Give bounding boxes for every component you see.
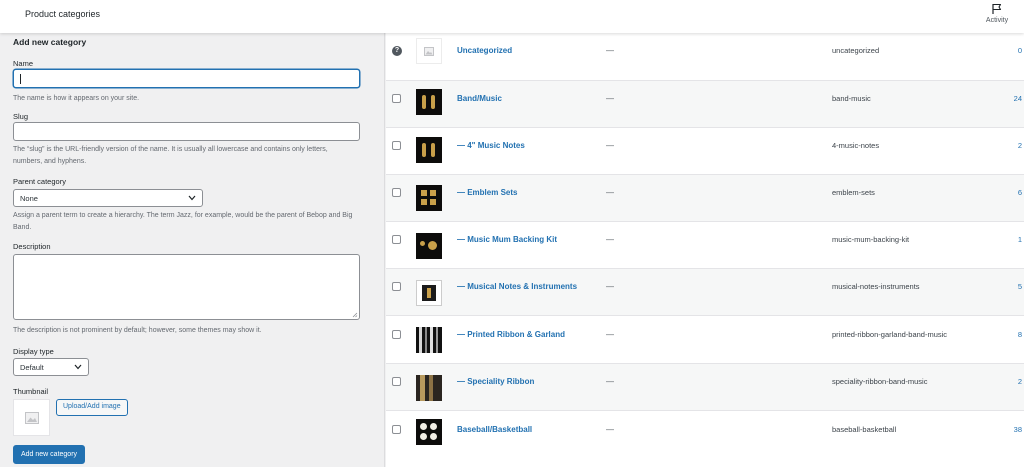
- category-slug: baseball-basketball: [832, 425, 897, 434]
- parent-category-help: Assign a parent term to create a hierarc…: [13, 212, 353, 231]
- category-slug: music-mum-backing-kit: [832, 235, 910, 244]
- parent-category-select[interactable]: None: [13, 189, 203, 207]
- row-checkbox[interactable]: [392, 330, 401, 339]
- flag-icon: [992, 3, 1002, 14]
- upload-image-button[interactable]: Upload/Add image: [56, 399, 128, 416]
- category-name-link[interactable]: — Printed Ribbon & Garland: [457, 330, 565, 339]
- category-name-link[interactable]: Baseball/Basketball: [457, 425, 532, 434]
- table-row: — 4" Music Notes — 4-music-notes 2: [386, 128, 1024, 175]
- category-thumbnail: [416, 233, 442, 259]
- table-row: Baseball/Basketball — baseball-basketbal…: [386, 411, 1024, 467]
- category-thumbnail: [416, 375, 442, 401]
- thumbnail-label: Thumbnail: [13, 387, 49, 396]
- add-category-form: Add new category Name The name is how it…: [0, 33, 385, 467]
- row-checkbox[interactable]: [392, 94, 401, 103]
- display-type-label: Display type: [13, 347, 54, 356]
- table-row: — Musical Notes & Instruments — musical-…: [386, 269, 1024, 316]
- category-count-link[interactable]: 2: [1018, 377, 1022, 386]
- table-row: — Printed Ribbon & Garland — printed-rib…: [386, 316, 1024, 364]
- form-heading: Add new category: [13, 37, 87, 47]
- display-type-select[interactable]: Default: [13, 358, 89, 376]
- category-slug: emblem-sets: [832, 188, 875, 197]
- help-icon[interactable]: ?: [392, 46, 402, 56]
- row-checkbox[interactable]: [392, 425, 401, 434]
- slug-help: The “slug” is the URL-friendly version o…: [13, 146, 328, 165]
- table-row: — Speciality Ribbon — speciality-ribbon-…: [386, 364, 1024, 411]
- category-description: —: [606, 94, 614, 103]
- row-checkbox[interactable]: [392, 235, 401, 244]
- activity-button[interactable]: Activity: [982, 3, 1012, 24]
- category-thumbnail: [416, 89, 442, 115]
- image-placeholder-icon: [424, 46, 434, 56]
- category-count-link[interactable]: 38: [1014, 425, 1022, 434]
- table-row: — Emblem Sets — emblem-sets 6: [386, 175, 1024, 222]
- chevron-down-icon: [188, 195, 196, 201]
- category-count-link[interactable]: 0: [1018, 46, 1022, 55]
- category-slug: printed-ribbon-garland-band-music: [832, 330, 948, 339]
- category-name-link[interactable]: — 4" Music Notes: [457, 141, 525, 150]
- activity-label: Activity: [985, 17, 1009, 24]
- chevron-down-icon: [74, 364, 82, 370]
- category-name-link[interactable]: Uncategorized: [457, 46, 512, 55]
- category-thumbnail: [416, 327, 442, 353]
- image-placeholder-icon: [24, 411, 39, 424]
- thumbnail-preview: [13, 399, 50, 436]
- slug-label: Slug: [13, 112, 29, 121]
- category-description: —: [606, 46, 614, 55]
- category-count-link[interactable]: 6: [1018, 188, 1022, 197]
- category-thumbnail: [416, 185, 442, 211]
- page-title: Product categories: [25, 9, 101, 19]
- row-checkbox[interactable]: [392, 377, 401, 386]
- category-description: —: [606, 377, 614, 386]
- category-thumbnail: [416, 137, 442, 163]
- top-bar: Product categories Activity: [0, 0, 1024, 33]
- category-slug: musical-notes-instruments: [832, 282, 920, 291]
- parent-category-value: None: [20, 194, 38, 203]
- category-name-link[interactable]: — Speciality Ribbon: [457, 377, 534, 386]
- category-description: —: [606, 235, 614, 244]
- category-count-link[interactable]: 1: [1018, 235, 1022, 244]
- name-label: Name: [13, 59, 34, 68]
- category-name-link[interactable]: — Music Mum Backing Kit: [457, 235, 557, 244]
- category-count-link[interactable]: 2: [1018, 141, 1022, 150]
- category-name-link[interactable]: — Musical Notes & Instruments: [457, 282, 577, 291]
- category-name-link[interactable]: — Emblem Sets: [457, 188, 517, 197]
- text-caret: [20, 74, 21, 84]
- slug-input[interactable]: [13, 122, 360, 141]
- category-description: —: [606, 425, 614, 434]
- row-checkbox[interactable]: [392, 188, 401, 197]
- add-new-category-button[interactable]: Add new category: [13, 445, 86, 464]
- category-name-link[interactable]: Band/Music: [457, 94, 502, 103]
- category-count-link[interactable]: 8: [1018, 330, 1022, 339]
- row-checkbox[interactable]: [392, 282, 401, 291]
- description-help: The description is not prominent by defa…: [13, 327, 262, 334]
- category-slug: 4-music-notes: [832, 141, 880, 150]
- category-description: —: [606, 330, 614, 339]
- category-slug: speciality-ribbon-band-music: [832, 377, 928, 386]
- table-row: ? Uncategorized — uncategorized 0: [386, 33, 1024, 81]
- description-textarea[interactable]: [13, 254, 360, 320]
- row-checkbox[interactable]: [392, 141, 401, 150]
- category-count-link[interactable]: 24: [1014, 94, 1022, 103]
- category-thumbnail: [416, 280, 442, 306]
- category-thumbnail: [416, 38, 442, 64]
- category-description: —: [606, 282, 614, 291]
- category-slug: uncategorized: [832, 46, 880, 55]
- table-row: Band/Music — band-music 24: [386, 81, 1024, 128]
- description-label: Description: [13, 242, 51, 251]
- category-description: —: [606, 141, 614, 150]
- display-type-value: Default: [20, 363, 44, 372]
- name-input[interactable]: [13, 69, 360, 88]
- category-count-link[interactable]: 5: [1018, 282, 1022, 291]
- categories-table: ? Uncategorized — uncategorized 0 Band/M…: [386, 33, 1024, 467]
- category-slug: band-music: [832, 94, 871, 103]
- category-thumbnail: [416, 419, 442, 445]
- table-row: — Music Mum Backing Kit — music-mum-back…: [386, 222, 1024, 269]
- category-description: —: [606, 188, 614, 197]
- parent-category-label: Parent category: [13, 177, 66, 186]
- name-help: The name is how it appears on your site.: [13, 95, 140, 102]
- resize-handle-icon[interactable]: [352, 312, 358, 318]
